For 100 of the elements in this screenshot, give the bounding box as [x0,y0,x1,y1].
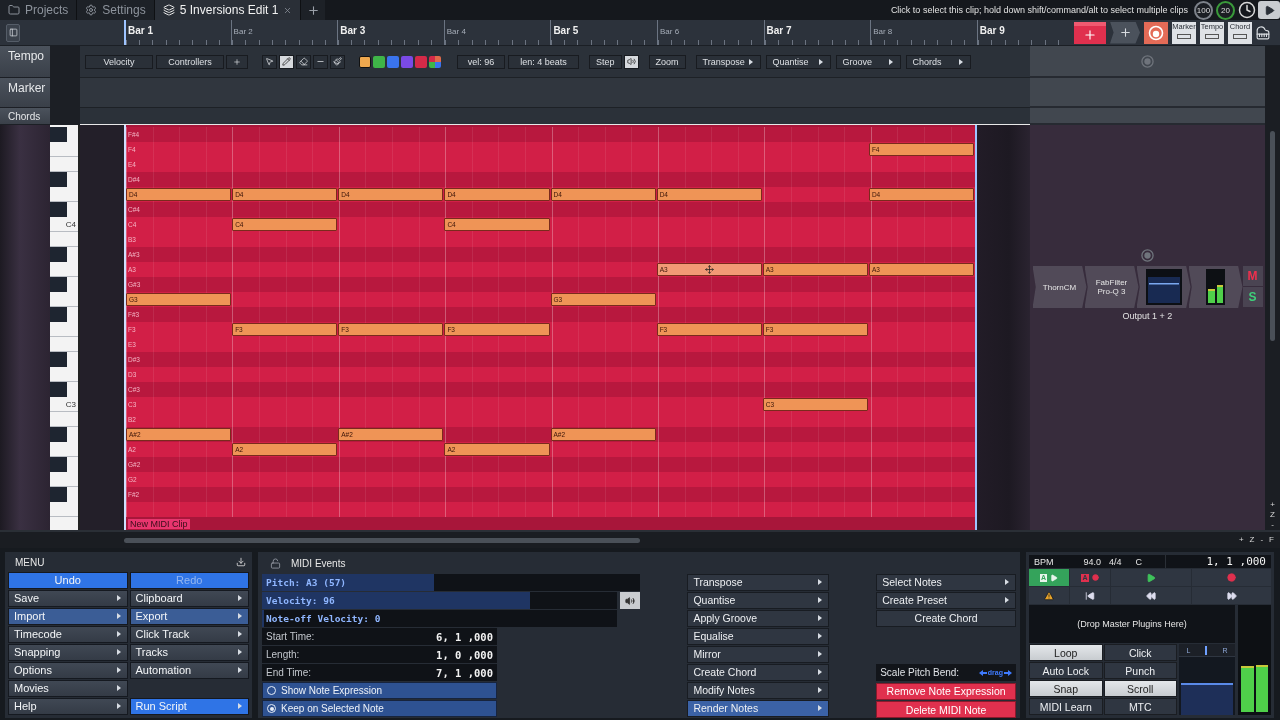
danger-button[interactable]: Delete MIDI Note [876,701,1016,718]
menu-item[interactable]: Options [8,662,128,679]
color-swatch[interactable] [387,55,399,68]
action-menu-item[interactable]: Apply Groove [687,610,830,627]
action-menu-item[interactable]: Modify Notes [687,682,830,699]
warning-button[interactable] [1029,587,1069,604]
close-icon[interactable] [283,5,293,15]
action-menu-item[interactable]: Mirror [687,646,830,663]
length-field[interactable]: len: 4 beats [508,54,579,69]
skip-back-button[interactable] [1070,587,1110,604]
panel-toggle-button[interactable] [6,23,20,42]
menu-item[interactable]: Automation [129,662,249,679]
menu-item[interactable]: Timecode [8,626,128,643]
volume-fader[interactable] [1179,657,1235,715]
menu-item[interactable]: Movies [8,680,128,697]
time-field[interactable]: Length: 1, 0 ,000 [262,646,497,663]
menu-item[interactable]: Clipboard [129,590,249,607]
scroll-zoom-key[interactable]: + [1238,535,1244,545]
value-slider[interactable]: Velocity: 96 [262,592,617,609]
scrollbar-thumb[interactable] [124,537,640,543]
zoom-button[interactable]: Zoom [648,54,686,69]
pencil-tool[interactable] [279,54,294,69]
toggle-button[interactable]: MIDI Learn [1029,698,1103,715]
menu-item[interactable]: Import [8,608,128,625]
menu-item[interactable]: Create Preset [876,592,1016,609]
tab[interactable]: 5 Inversions Edit 1 [154,0,302,20]
menu-item[interactable]: Select Notes [876,574,1016,591]
menu-item[interactable]: Save [8,590,128,607]
danger-button[interactable]: Remove Note Expression [876,682,1016,700]
tab[interactable]: Projects [0,0,78,20]
action-menu-item[interactable]: Equalise [687,628,830,645]
fast-forward-button[interactable] [1192,587,1271,604]
menu-item[interactable]: Tracks [129,644,249,661]
velocity-field[interactable]: vel: 96 [457,54,505,69]
menu-item[interactable]: Run Script [129,698,249,715]
value-slider[interactable]: Note-off Velocity: 0 [262,610,617,627]
color-swatch[interactable] [401,55,413,68]
toggle-button[interactable]: Auto Lock [1029,662,1103,679]
toggle-button[interactable]: Click [1103,644,1177,661]
scroll-zoom-key[interactable]: Z [1270,510,1275,520]
color-swatch[interactable] [415,55,427,68]
rewind-button[interactable] [1111,587,1191,604]
meter-slot[interactable] [1188,266,1243,308]
download-icon[interactable] [236,557,246,567]
scrollbar-thumb[interactable] [1270,131,1275,341]
line-tool[interactable] [313,54,328,69]
brush-tool[interactable] [330,54,345,69]
radio-option[interactable]: Keep on Selected Note [262,700,497,717]
toggle-button[interactable]: Snap [1029,680,1103,697]
value-slider[interactable]: Pitch: A3 (57) [262,574,640,591]
scroll-zoom-key[interactable]: F [1269,535,1274,545]
speaker-button[interactable] [623,54,639,69]
toggle-button[interactable]: Scroll [1103,680,1177,697]
key-value[interactable]: C [1135,556,1143,567]
radio-option[interactable]: Show Note Expression [262,682,497,699]
unlock-icon[interactable] [270,557,281,569]
play-button[interactable] [1258,1,1280,19]
step-button[interactable]: Step [589,54,622,69]
action-menu-item[interactable]: Quantise [687,592,830,609]
add-lane-button[interactable] [226,54,248,69]
menu-item[interactable]: Undo [8,572,128,589]
play-button[interactable] [1111,569,1191,586]
menu-item[interactable]: Export [129,608,249,625]
menu-dropdown[interactable]: Quantise [765,54,831,69]
dropdown[interactable]: Controllers [156,54,224,69]
menu-dropdown[interactable]: Groove [835,54,901,69]
menu-item[interactable]: Snapping [8,644,128,661]
menu-dropdown[interactable]: Transpose [695,54,761,69]
time-signature[interactable]: 4/4 [1109,556,1122,567]
pointer-tool[interactable] [262,54,277,69]
action-menu-item[interactable]: Create Chord [687,664,830,681]
action-menu-item[interactable]: Transpose [687,574,830,591]
menu-dropdown[interactable]: Chords [905,54,971,69]
time-field[interactable]: Start Time: 6, 1 ,000 [262,628,497,645]
multi-color-swatch[interactable] [429,55,441,68]
color-swatch[interactable] [359,55,371,68]
scroll-zoom-key[interactable]: - [1271,520,1274,530]
action-menu-item[interactable]: Render Notes [687,700,830,717]
plugin-slot[interactable]: ThornCM [1032,266,1087,308]
menu-item[interactable]: Click Track [129,626,249,643]
scroll-zoom-key[interactable]: + [1270,500,1275,510]
add-button[interactable] [1110,21,1140,44]
toggle-button[interactable]: Punch [1103,662,1177,679]
eq-plugin-slot[interactable] [1136,266,1191,308]
new-tab-button[interactable] [301,0,326,20]
toggle-button[interactable]: MTC [1103,698,1177,715]
time-field[interactable]: End Time: 7, 1 ,000 [262,664,497,681]
scroll-zoom-key[interactable]: - [1260,535,1264,545]
solo-button[interactable]: S [1242,287,1263,307]
tab[interactable]: Settings [77,0,155,20]
toggle-button[interactable]: Loop [1029,644,1103,661]
tempo-value[interactable]: 94.0 [1083,556,1102,567]
color-swatch[interactable] [373,55,385,68]
scroll-zoom-key[interactable]: Z [1249,535,1255,545]
knob-button[interactable] [1144,21,1168,44]
eraser-tool[interactable] [296,54,311,69]
audition-button[interactable] [620,592,640,609]
dropdown[interactable]: Velocity [85,54,153,69]
menu-item[interactable]: Help [8,698,128,715]
piano-icon[interactable] [1256,25,1270,40]
